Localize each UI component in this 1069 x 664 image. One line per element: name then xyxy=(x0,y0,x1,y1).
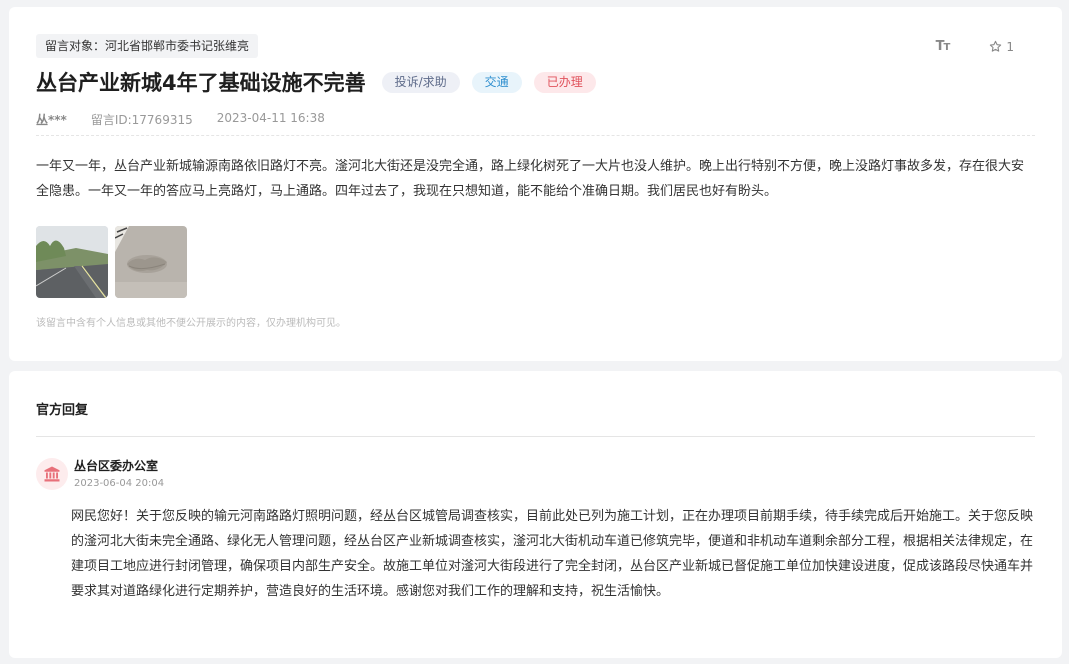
page-title: 丛台产业新城4年了基础设施不完善 xyxy=(36,71,366,95)
photo-gallery xyxy=(36,226,187,298)
message-target: 留言对象：河北省邯郸市委书记张维亮 xyxy=(36,34,259,58)
photo-pavement[interactable] xyxy=(115,226,187,298)
type-tag: 投诉/求助 xyxy=(381,71,460,93)
message-toolbar: TT 1 xyxy=(936,39,1014,54)
message-user: 丛*** xyxy=(36,113,67,127)
domain-tag: 交通 xyxy=(471,71,522,93)
reply-org-name: 丛台区委办公室 xyxy=(74,459,159,473)
message-card: 留言对象：河北省邯郸市委书记张维亮 TT 1 丛台产业新城4年了基础设施不完善 … xyxy=(9,7,1062,361)
message-meta: 丛*** 留言ID:17769315 2023-04-11 16:38 xyxy=(36,111,325,128)
government-building-icon xyxy=(44,466,60,482)
divider xyxy=(36,436,1035,437)
privacy-note: 该留言中含有个人信息或其他不便公开展示的内容，仅办理机构可见。 xyxy=(36,318,346,329)
font-size-button[interactable]: TT xyxy=(935,39,951,54)
photo-road[interactable] xyxy=(36,226,108,298)
reply-content: 网民您好！关于您反映的输元河南路路灯照明问题，经丛台区城管局调查核实，目前此处已… xyxy=(71,509,1034,599)
message-content: 一年又一年，丛台产业新城输源南路依旧路灯不亮。滏河北大街还是没完全通，路上绿化树… xyxy=(36,159,1025,199)
favorite-button[interactable]: 1 xyxy=(989,40,1014,54)
reply-time: 2023-06-04 20:04 xyxy=(74,478,165,489)
title-row: 丛台产业新城4年了基础设施不完善 投诉/求助 交通 已办理 xyxy=(36,67,596,97)
status-badge: 已办理 xyxy=(533,71,596,93)
font-size-icon: TT xyxy=(935,39,951,54)
message-id: 留言ID:17769315 xyxy=(90,113,193,127)
reply-section-title: 官方回复 xyxy=(36,403,89,418)
divider xyxy=(36,135,1035,136)
reply-card: 官方回复 丛台区委办公室 2023-06-04 20:04 网民您好！关于您反映… xyxy=(9,371,1062,658)
avatar xyxy=(36,458,68,490)
favorite-count: 1 xyxy=(1006,39,1014,54)
star-icon xyxy=(990,40,1002,52)
message-time: 2023-04-11 16:38 xyxy=(216,111,325,125)
